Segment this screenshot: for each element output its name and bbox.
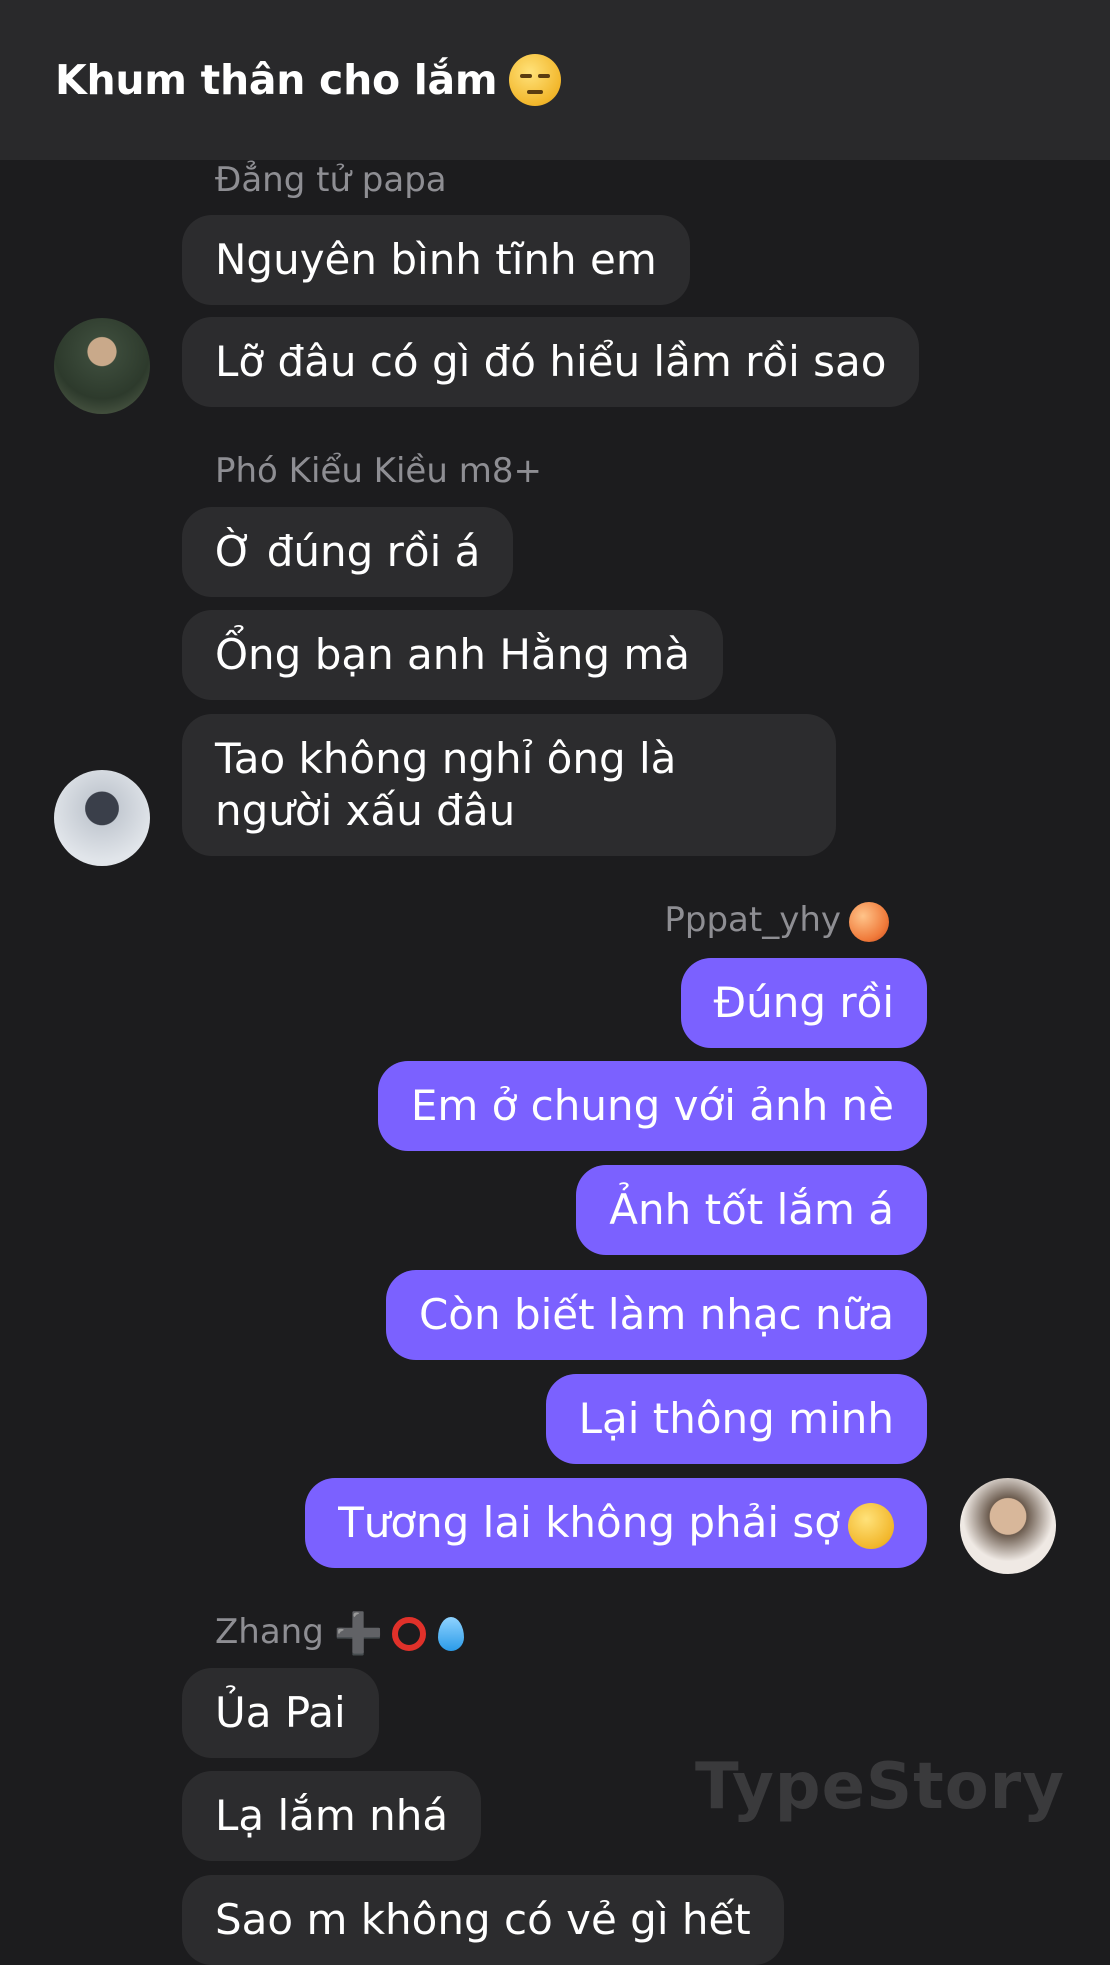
message-bubble[interactable]: Lạ lắm nhá [182,1771,482,1861]
red-circle-icon [391,1616,426,1651]
watermark: TypeStory [695,1750,1065,1824]
chat-header: Khum thân cho lắm [0,0,1110,160]
message-text: Tương lai không phải sợ [338,1498,840,1547]
hugging-face-icon [848,1502,894,1549]
unamused-face-icon [509,54,562,106]
peach-icon [849,901,889,942]
message-bubble[interactable]: Đúng rồi [680,958,927,1048]
message-bubble[interactable]: Sao m không có vẻ gì hết [182,1875,784,1965]
sender-avatar[interactable] [54,770,150,866]
message-bubble[interactable]: Lại thông minh [545,1374,927,1464]
my-avatar[interactable] [960,1478,1056,1574]
message-bubble[interactable]: Em ở chung với ảnh nè [377,1061,927,1151]
message-bubble[interactable]: Ủa Pai [182,1668,379,1758]
message-bubble[interactable]: Ờ đúng rồi á [182,507,514,597]
sender-name: Zhang [215,1612,324,1652]
message-bubble[interactable]: Nguyên bình tĩnh em [182,215,690,305]
message-bubble[interactable]: Tao không nghỉ ông là người xấu đâu [182,714,836,856]
message-bubble[interactable]: Ảnh tốt lắm á [576,1165,927,1255]
plus-icon: ➕ [333,1610,384,1657]
sender-name: Đẳng tử papa [215,160,447,200]
sender-name: Phó Kiểu Kiều m8+ [215,451,542,491]
sender-name: Pppat_yhy [664,900,841,940]
sender-name-row: Zhang ➕ [215,1612,464,1654]
droplet-icon [437,1616,464,1651]
message-bubble-last[interactable]: Tương lai không phải sợ [305,1478,927,1568]
chat-title: Khum thân cho lắm [55,56,498,104]
message-bubble[interactable]: Còn biết làm nhạc nữa [385,1270,927,1360]
sender-avatar[interactable] [54,318,150,414]
message-bubble[interactable]: Lỡ đâu có gì đó hiểu lầm rồi sao [182,317,920,407]
message-bubble[interactable]: Ổng bạn anh Hằng mà [182,610,723,700]
sender-name-row: Pppat_yhy [664,900,889,942]
